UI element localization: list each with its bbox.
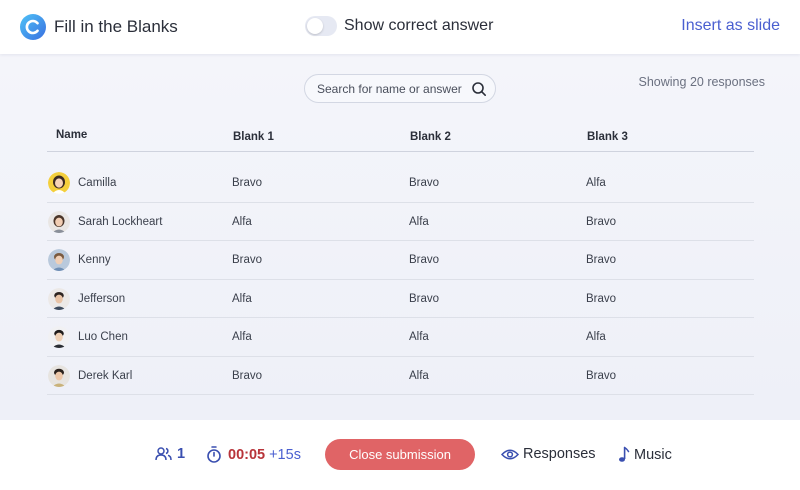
table-row: Sarah Lockheart Alfa Alfa Bravo [47,203,754,241]
row-name: Kenny [78,254,111,266]
row-blank-3: Bravo [586,215,617,228]
row-blank-2: Bravo [409,254,440,266]
responses-button[interactable]: Responses [501,446,596,462]
app-title: Fill in the Blanks [54,17,178,36]
showing-count: Showing 20 responses [638,75,765,89]
avatar [48,210,70,233]
close-submission-button[interactable]: Close submission [325,439,475,470]
bottom-bar: 1 00:05 +15s Close submission Responses … [0,420,800,490]
row-blank-2: Alfa [409,331,429,343]
music-button[interactable]: Music [618,446,672,463]
timer: 00:05 +15s [206,446,301,463]
column-header-blank-2: Blank 2 [410,131,451,143]
results-panel: Showing 20 responses Name Blank 1 Blank … [0,54,800,420]
toggle-knob [307,18,323,34]
table-body: Camilla Bravo Bravo Alfa Sarah Lockheart… [47,164,754,395]
row-blank-1: Alfa [232,215,252,228]
row-blank-1: Bravo [232,254,263,266]
show-answer-toggle[interactable] [305,16,337,36]
music-note-icon [619,446,630,462]
row-name: Luo Chen [78,331,128,343]
row-blank-1: Bravo [232,177,263,189]
row-blank-3: Alfa [586,331,606,343]
table-header: Name Blank 1 Blank 2 Blank 3 [47,117,754,152]
show-answer-label: Show correct answer [344,17,494,34]
users-icon [155,447,172,461]
search-box [304,74,496,103]
eye-icon [501,449,519,459]
row-blank-3: Alfa [586,177,606,189]
timer-icon [207,446,221,463]
column-header-blank-1: Blank 1 [233,131,274,143]
insert-as-slide-button[interactable]: Insert as slide [681,17,780,35]
show-answer-toggle-group: Show correct answer [305,16,493,36]
table-row: Luo Chen Alfa Alfa Alfa [47,318,754,357]
avatar [48,172,70,194]
responses-table: Name Blank 1 Blank 2 Blank 3 Camilla Bra… [47,117,754,395]
row-blank-2: Alfa [409,215,429,228]
timer-value: 00:05 [228,446,266,463]
avatar [48,326,70,348]
search-icon[interactable] [471,81,487,97]
timer-extend-button[interactable]: +15s [269,447,301,463]
column-header-blank-3: Blank 3 [587,131,628,143]
music-label: Music [634,446,672,463]
row-blank-3: Bravo [586,292,617,305]
row-blank-2: Alfa [409,369,429,382]
table-row: Kenny Bravo Bravo Bravo [47,241,754,280]
table-row: Derek Karl Bravo Alfa Bravo [47,357,754,395]
column-header-name: Name [56,129,88,141]
search-input[interactable] [317,81,465,96]
avatar [48,364,70,387]
row-blank-3: Bravo [586,254,617,266]
row-blank-1: Alfa [232,331,252,343]
row-name: Sarah Lockheart [78,215,163,228]
row-blank-2: Bravo [409,177,440,189]
row-blank-1: Bravo [232,369,263,382]
top-bar: Fill in the Blanks Show correct answer I… [0,0,800,54]
app-logo-icon [20,14,46,40]
avatar [48,287,70,310]
row-name: Camilla [78,177,117,189]
participants-number: 1 [177,446,186,462]
avatar [48,249,70,271]
row-blank-2: Bravo [409,292,440,305]
row-blank-3: Bravo [586,369,617,382]
responses-label: Responses [523,446,596,462]
row-blank-1: Alfa [232,292,252,305]
participants-count: 1 [155,446,185,462]
table-row: Camilla Bravo Bravo Alfa [47,164,754,203]
table-row: Jefferson Alfa Bravo Bravo [47,280,754,318]
row-name: Jefferson [78,292,126,305]
row-name: Derek Karl [78,369,133,382]
